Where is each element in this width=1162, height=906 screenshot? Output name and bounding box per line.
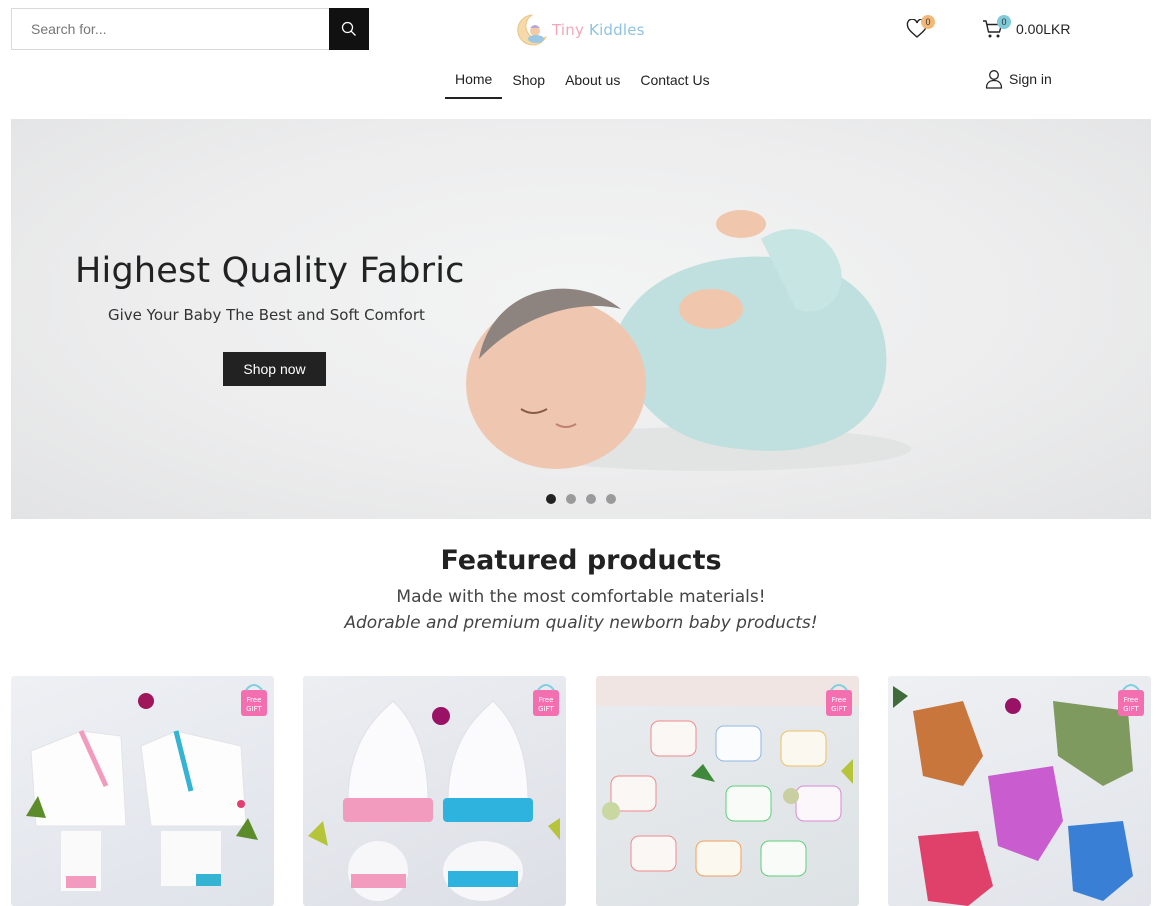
svg-text:GIFT: GIFT xyxy=(831,705,847,713)
svg-text:Free: Free xyxy=(832,696,847,704)
main-nav: Home Shop About us Contact Us xyxy=(445,60,720,100)
nav-item-about[interactable]: About us xyxy=(555,60,630,99)
svg-text:GIFT: GIFT xyxy=(246,705,262,713)
svg-text:GIFT: GIFT xyxy=(1123,705,1139,713)
shop-now-button[interactable]: Shop now xyxy=(223,352,326,386)
featured-subtitle: Made with the most comfortable materials… xyxy=(396,587,766,607)
moon-baby-logo-icon xyxy=(517,14,548,46)
free-gift-badge: Free GIFT xyxy=(533,684,559,716)
slider-dot-2[interactable] xyxy=(566,494,576,504)
nav-item-contact[interactable]: Contact Us xyxy=(630,60,719,99)
slider-dot-3[interactable] xyxy=(586,494,596,504)
site-logo[interactable]: Tiny Kiddles xyxy=(516,12,645,48)
slider-dot-1[interactable] xyxy=(546,494,556,504)
product-card[interactable]: Free GIFT xyxy=(596,676,859,906)
featured-tagline: Adorable and premium quality newborn bab… xyxy=(344,613,818,633)
svg-text:GIFT: GIFT xyxy=(538,705,554,713)
nav-item-shop[interactable]: Shop xyxy=(502,60,555,99)
search-bar xyxy=(11,8,369,50)
baby-bloomers-set-image xyxy=(596,676,859,877)
product-card[interactable]: Free GIFT xyxy=(303,676,566,906)
cart-count-badge: 0 xyxy=(997,15,1011,29)
baby-hat-mitten-set-image xyxy=(308,700,560,901)
slider-dot-4[interactable] xyxy=(606,494,616,504)
logo-word-kiddles: Kiddles xyxy=(589,21,645,39)
sign-in-label: Sign in xyxy=(1009,71,1052,87)
product-card[interactable]: Free GIFT xyxy=(888,676,1151,906)
hero-subtitle: Give Your Baby The Best and Soft Comfort xyxy=(108,306,425,324)
cart-total: 0.00LKR xyxy=(1016,21,1071,37)
sign-in-link[interactable]: Sign in xyxy=(985,68,1052,90)
svg-text:Free: Free xyxy=(247,696,262,704)
product-card[interactable]: Free GIFT xyxy=(11,676,274,906)
logo-text: Tiny Kiddles xyxy=(552,21,645,39)
hero-title: Highest Quality Fabric xyxy=(75,251,465,291)
logo-word-tiny: Tiny xyxy=(552,21,585,39)
hero-slider: Highest Quality Fabric Give Your Baby Th… xyxy=(11,119,1151,519)
baby-shorts-set-image xyxy=(893,686,1133,906)
svg-text:Free: Free xyxy=(539,696,554,704)
cart-button[interactable]: 0 0.00LKR xyxy=(982,15,1071,42)
search-input[interactable] xyxy=(11,8,329,50)
search-button[interactable] xyxy=(329,8,369,50)
free-gift-badge: Free GIFT xyxy=(826,684,852,716)
free-gift-badge: Free GIFT xyxy=(241,684,267,716)
slider-dots xyxy=(546,494,616,504)
wishlist-button[interactable]: 0 xyxy=(906,15,935,42)
sleeping-baby-image xyxy=(466,210,911,471)
wishlist-count-badge: 0 xyxy=(921,15,935,29)
featured-title: Featured products xyxy=(440,545,722,576)
nav-item-home[interactable]: Home xyxy=(445,60,503,99)
user-icon xyxy=(985,70,1003,89)
baby-suit-set-image xyxy=(26,693,258,891)
svg-text:Free: Free xyxy=(1124,696,1139,704)
search-icon xyxy=(341,21,356,36)
free-gift-badge: Free GIFT xyxy=(1118,684,1144,716)
